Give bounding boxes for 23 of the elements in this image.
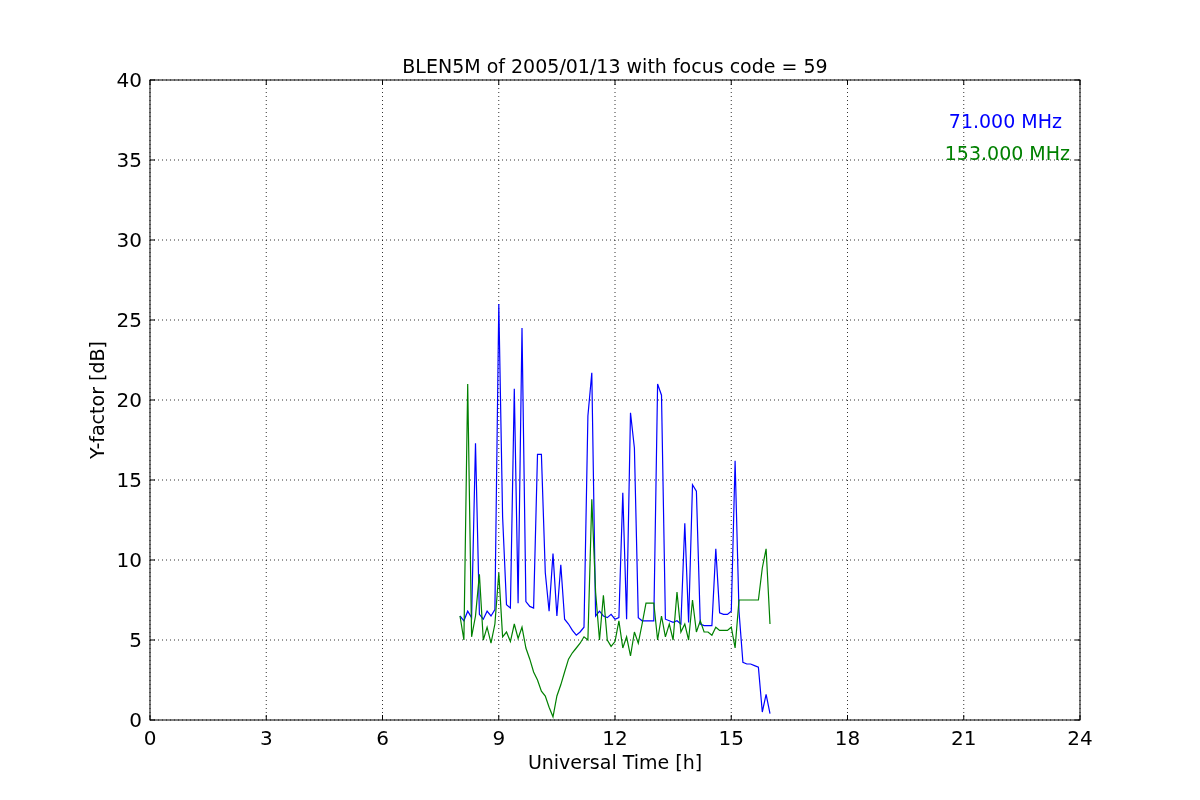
y-tick-label: 35 xyxy=(116,148,142,172)
y-tick-label: 0 xyxy=(129,708,142,732)
x-tick-label: 21 xyxy=(951,726,977,750)
y-tick-label: 40 xyxy=(116,68,142,92)
y-tick-label: 20 xyxy=(116,388,142,412)
x-axis-label: Universal Time [h] xyxy=(527,751,703,773)
legend-label: 153.000 MHz xyxy=(944,142,1070,164)
x-tick-label: 18 xyxy=(834,726,861,750)
x-tick-label: 3 xyxy=(259,726,273,750)
x-tick-label: 6 xyxy=(376,726,389,750)
y-tick-label: 30 xyxy=(116,228,142,252)
x-tick-label: 24 xyxy=(1067,726,1093,750)
x-tick-label: 9 xyxy=(492,726,506,750)
y-axis-label: Y-factor [dB] xyxy=(86,341,108,459)
x-tick-label: 12 xyxy=(602,726,628,750)
y-tick-label: 25 xyxy=(116,308,142,332)
x-tick-label: 15 xyxy=(718,726,744,750)
y-tick-label: 5 xyxy=(129,628,142,652)
y-tick-label: 15 xyxy=(116,468,142,492)
x-tick-label: 0 xyxy=(143,726,157,750)
legend-label: 71.000 MHz xyxy=(948,110,1062,132)
y-tick-label: 10 xyxy=(116,548,142,572)
chart-title: BLEN5M of 2005/01/13 with focus code = 59 xyxy=(402,55,828,77)
